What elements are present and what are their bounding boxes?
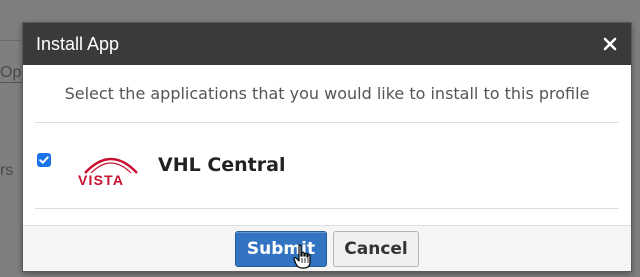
dialog-header: Install App (23, 23, 631, 65)
hand-pointer-icon (293, 244, 311, 269)
dialog-title: Install App (36, 33, 120, 54)
dialog-body: Select the applications that you would l… (23, 65, 631, 209)
cancel-button[interactable]: Cancel (333, 230, 419, 267)
vista-logo-icon: VISTA (78, 157, 138, 188)
dialog-footer: Submit Cancel (23, 225, 631, 271)
checkmark-icon (39, 156, 49, 164)
instructions-text: Select the applications that you would l… (35, 65, 619, 123)
background-text-fragment: rs (0, 162, 14, 179)
list-item[interactable]: VISTA VHL Central (35, 123, 619, 209)
app-checkbox[interactable] (37, 153, 51, 167)
vista-logo-text: VISTA (78, 172, 124, 188)
app-name: VHL Central (158, 154, 286, 176)
close-icon-glyph (603, 37, 617, 51)
close-icon[interactable] (599, 33, 621, 55)
install-app-dialog: Install App Select the applications that… (22, 22, 632, 272)
